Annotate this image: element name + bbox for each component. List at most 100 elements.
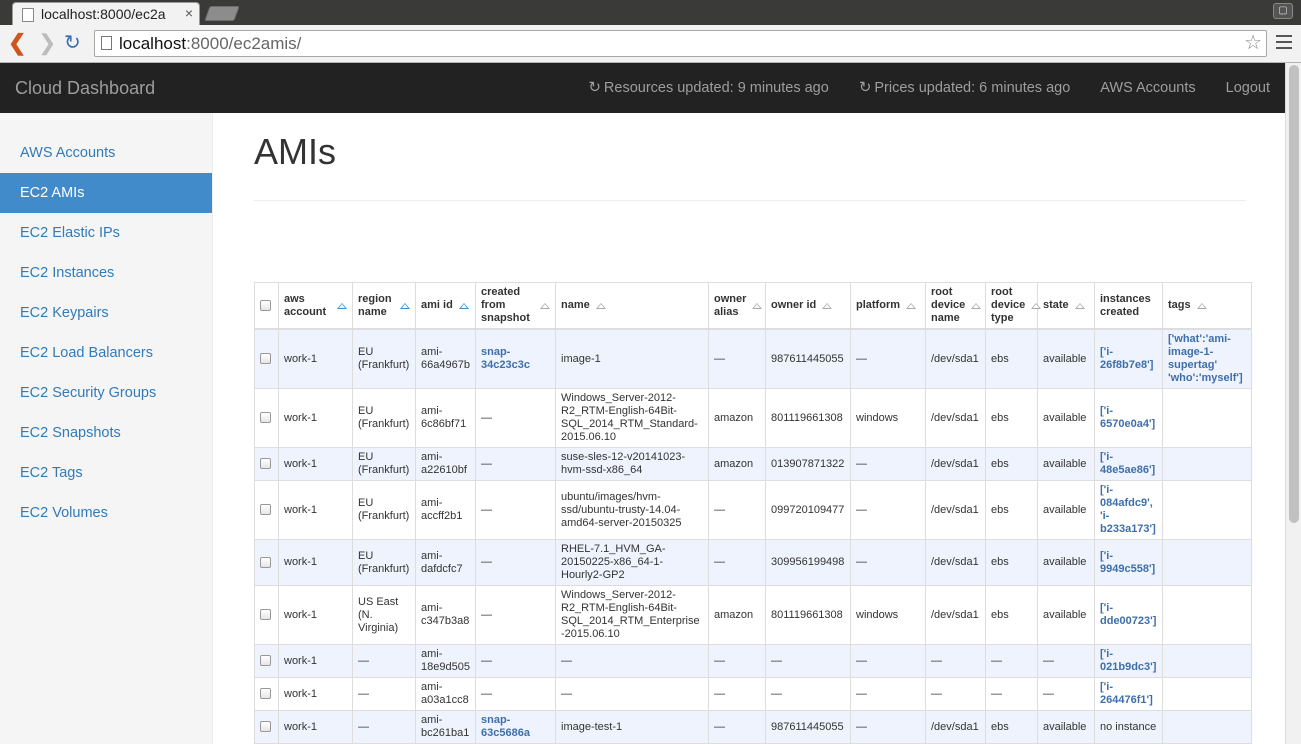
cell-root-device-name: /dev/sda1 bbox=[925, 447, 986, 481]
resources-updated-link[interactable]: ↻ Resources updated: 9 minutes ago bbox=[573, 63, 843, 113]
column-header-created-from-snapshot[interactable]: created from snapshot bbox=[475, 282, 556, 330]
page-title: AMIs bbox=[254, 131, 1246, 201]
cell-root-device-type: ebs bbox=[985, 480, 1038, 540]
cell-platform: — bbox=[850, 677, 926, 711]
select-all-checkbox[interactable] bbox=[260, 299, 271, 311]
cell-owner-alias: amazon bbox=[708, 447, 766, 481]
cell-account: work-1 bbox=[278, 388, 353, 448]
sort-arrow-icon[interactable] bbox=[971, 302, 982, 309]
table-row: work-1 US East (N. Virginia) ami-c347b3a8—… bbox=[254, 585, 1252, 645]
column-label: region name bbox=[358, 292, 392, 318]
row-checkbox[interactable] bbox=[260, 721, 271, 733]
snapshot-link[interactable]: snap-34c23c3c bbox=[481, 346, 530, 371]
sort-arrow-icon[interactable] bbox=[822, 302, 833, 309]
nav-logout[interactable]: Logout bbox=[1211, 63, 1285, 113]
column-header-root-device-name[interactable]: root device name bbox=[925, 282, 986, 330]
cell-platform: windows bbox=[850, 388, 926, 448]
instances-link[interactable]: ['i-264476f1'] bbox=[1100, 681, 1153, 706]
page-icon bbox=[22, 8, 34, 22]
instances-link[interactable]: ['i-021b9dc3'] bbox=[1100, 648, 1156, 673]
row-checkbox[interactable] bbox=[260, 556, 271, 568]
cell-root-device-type: ebs bbox=[985, 585, 1038, 645]
column-header-owner-alias[interactable]: owner alias bbox=[708, 282, 766, 330]
row-checkbox[interactable] bbox=[260, 458, 271, 470]
reload-icon[interactable]: ↻ bbox=[64, 31, 81, 55]
sidebar-item-ec2-amis[interactable]: EC2 AMIs bbox=[0, 173, 212, 213]
sidebar-item-ec2-snapshots[interactable]: EC2 Snapshots bbox=[0, 413, 212, 453]
sidebar-item-ec2-elastic-ips[interactable]: EC2 Elastic IPs bbox=[0, 213, 212, 253]
bookmark-star-icon[interactable]: ☆ bbox=[1244, 31, 1262, 56]
scrollbar-thumb[interactable] bbox=[1289, 65, 1299, 523]
sort-arrow-icon[interactable] bbox=[337, 302, 347, 309]
cell-state: available bbox=[1037, 480, 1095, 540]
cell-state: available bbox=[1037, 328, 1095, 389]
sort-arrow-icon[interactable] bbox=[458, 302, 469, 309]
browser-tab[interactable]: localhost:8000/ec2a × bbox=[12, 2, 200, 26]
column-header-instances-created[interactable]: instances created bbox=[1094, 282, 1163, 330]
tags-link[interactable]: ['what':'ami-image-1-supertag' 'who':'my… bbox=[1168, 333, 1243, 384]
column-label: tags bbox=[1168, 299, 1191, 311]
sidebar-item-ec2-security-groups[interactable]: EC2 Security Groups bbox=[0, 373, 212, 413]
sidebar-item-ec2-tags[interactable]: EC2 Tags bbox=[0, 453, 212, 493]
column-header-region-name[interactable]: region name bbox=[352, 282, 416, 330]
brand-link[interactable]: Cloud Dashboard bbox=[15, 78, 155, 99]
sidebar-item-ec2-keypairs[interactable]: EC2 Keypairs bbox=[0, 293, 212, 333]
sort-arrow-icon[interactable] bbox=[752, 302, 763, 309]
row-checkbox[interactable] bbox=[260, 412, 271, 424]
snapshot-link[interactable]: snap-63c5686a bbox=[481, 714, 530, 739]
sort-arrow-icon[interactable] bbox=[540, 302, 550, 309]
sort-arrow-icon[interactable] bbox=[906, 302, 916, 309]
cell-root-device-name: /dev/sda1 bbox=[925, 328, 986, 389]
new-tab-button[interactable] bbox=[204, 6, 240, 21]
cell-region: US East (N. Virginia) bbox=[352, 585, 416, 645]
column-header-tags[interactable]: tags bbox=[1162, 282, 1252, 330]
sort-arrow-icon[interactable] bbox=[400, 302, 410, 309]
cell-ami-id: ami-66a4967b bbox=[415, 328, 476, 389]
column-header-ami-id[interactable]: ami id bbox=[415, 282, 476, 330]
sidebar-item-ec2-load-balancers[interactable]: EC2 Load Balancers bbox=[0, 333, 212, 373]
sidebar-item-aws-accounts[interactable]: AWS Accounts bbox=[0, 133, 212, 173]
nav-aws-accounts[interactable]: AWS Accounts bbox=[1085, 63, 1210, 113]
row-checkbox[interactable] bbox=[260, 688, 271, 700]
cell-region: EU (Frankfurt) bbox=[352, 328, 416, 389]
cell-ami-id: ami-a22610bf bbox=[415, 447, 476, 481]
instances-link[interactable]: ['i-dde00723'] bbox=[1100, 602, 1156, 627]
close-tab-icon[interactable]: × bbox=[185, 5, 193, 21]
cell-owner-id: — bbox=[765, 644, 851, 678]
column-header-aws-account[interactable]: aws account bbox=[278, 282, 353, 330]
instances-link[interactable]: ['i-6570e0a4'] bbox=[1100, 405, 1155, 430]
column-header-name[interactable]: name bbox=[555, 282, 709, 330]
instances-link[interactable]: ['i-26f8b7e8'] bbox=[1100, 346, 1153, 371]
row-checkbox[interactable] bbox=[260, 609, 271, 621]
cell-account: work-1 bbox=[278, 585, 353, 645]
cell-owner-alias: — bbox=[708, 710, 766, 744]
prices-updated-link[interactable]: ↻ Prices updated: 6 minutes ago bbox=[844, 63, 1085, 113]
cell-account: work-1 bbox=[278, 447, 353, 481]
forward-arrow-icon[interactable]: ❯ bbox=[38, 31, 56, 55]
instances-link[interactable]: ['i-9949c558'] bbox=[1100, 550, 1155, 575]
column-header-owner-id[interactable]: owner id bbox=[765, 282, 851, 330]
address-bar[interactable]: localhost:8000/ec2amis/ ☆ bbox=[94, 30, 1267, 57]
cell-state: available bbox=[1037, 447, 1095, 481]
sidebar-item-ec2-instances[interactable]: EC2 Instances bbox=[0, 253, 212, 293]
column-header-platform[interactable]: platform bbox=[850, 282, 926, 330]
sort-arrow-icon[interactable] bbox=[595, 302, 606, 309]
sidebar-item-ec2-volumes[interactable]: EC2 Volumes bbox=[0, 493, 212, 533]
window-restore-icon[interactable]: ▢ bbox=[1273, 3, 1293, 19]
column-label: root device name bbox=[931, 286, 966, 324]
browser-menu-icon[interactable] bbox=[1276, 35, 1292, 49]
cell-snapshot: snap-34c23c3c bbox=[475, 328, 556, 389]
row-checkbox[interactable] bbox=[260, 504, 271, 516]
cell-account: work-1 bbox=[278, 328, 353, 389]
sort-arrow-icon[interactable] bbox=[1196, 302, 1207, 309]
row-checkbox[interactable] bbox=[260, 353, 271, 365]
sort-arrow-icon[interactable] bbox=[1074, 302, 1085, 309]
row-checkbox[interactable] bbox=[260, 655, 271, 667]
column-header-state[interactable]: state bbox=[1037, 282, 1095, 330]
column-header-root-device-type[interactable]: root device type bbox=[985, 282, 1042, 330]
cell-state: available bbox=[1037, 539, 1095, 586]
instances-link[interactable]: ['i-084afdc9', 'i-b233a173'] bbox=[1100, 484, 1156, 535]
back-arrow-icon[interactable]: ❮ bbox=[8, 31, 26, 55]
vertical-scrollbar[interactable] bbox=[1285, 63, 1301, 744]
instances-link[interactable]: ['i-48e5ae86'] bbox=[1100, 451, 1155, 476]
